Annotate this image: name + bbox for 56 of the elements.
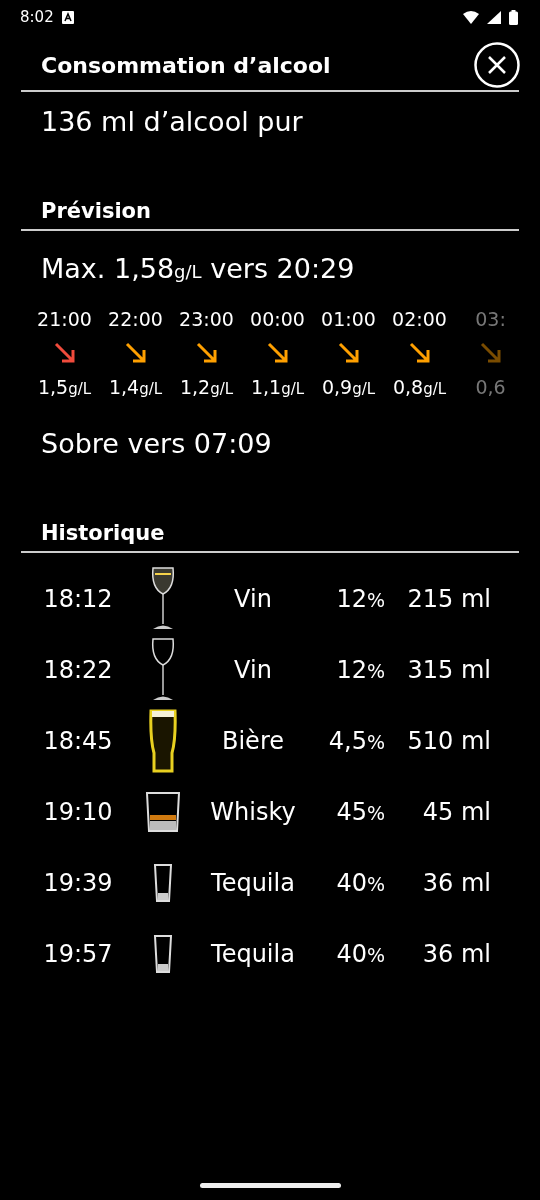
drink-volume: 36 ml [421,939,491,968]
drink-abv: 12% [335,655,385,684]
close-icon[interactable] [474,42,520,88]
forecast-value: 0,6 [475,376,506,398]
section-title: Historique [41,520,166,547]
forecast-time: 03: [475,308,506,330]
max-forecast: Max. 1,58g/L vers 20:29 [41,253,356,284]
drink-volume: 45 ml [421,797,491,826]
drink-time: 18:45 [42,726,114,755]
forecast-time: 02:00 [392,308,447,330]
battery-icon [509,9,518,25]
wine-glass-icon [150,565,176,632]
total-alcohol: 136 ml d’alcool pur [41,106,304,137]
drink-name: Vin [233,584,273,613]
drink-time: 19:57 [42,939,114,968]
drink-volume: 315 ml [406,655,491,684]
drink-time: 18:22 [42,655,114,684]
forecast-value: 0,8g/L [392,376,447,398]
section-title: Prévision [41,198,152,225]
drink-name: Bière [221,726,285,755]
screen-title: Consommation d’alcool [41,52,331,78]
whisky-glass-icon [145,790,181,833]
drink-volume: 36 ml [421,868,491,897]
shot-glass-icon [153,933,173,974]
wine-glass-icon [150,636,176,703]
drink-volume: 215 ml [406,584,491,613]
drink-abv: 12% [335,584,385,613]
status-time: 8:02 [20,8,54,26]
forecast-value: 1,2g/L [179,376,234,398]
sober-time: Sobre vers 07:09 [41,428,273,459]
forecast-value: 0,9g/L [321,376,376,398]
signal-icon [487,10,501,24]
forecast-value: 1,5g/L [37,376,92,398]
wifi-icon [463,10,479,24]
forecast-value: 1,1g/L [250,376,305,398]
forecast-time: 23:00 [179,308,234,330]
keyboard-notification-icon [61,10,74,24]
drink-name: Tequila [210,939,296,968]
forecast-time: 01:00 [321,308,376,330]
shot-glass-icon [153,862,173,903]
beer-glass-icon [148,708,178,773]
forecast-time: 00:00 [250,308,305,330]
drink-abv: 40% [335,939,385,968]
drink-abv: 4,5% [327,726,385,755]
drink-name: Whisky [209,797,297,826]
forecast-value: 1,4g/L [108,376,163,398]
drink-abv: 45% [335,797,385,826]
drink-volume: 510 ml [406,726,491,755]
drink-time: 18:12 [42,584,114,613]
drink-name: Vin [233,655,273,684]
drink-time: 19:39 [42,868,114,897]
drink-abv: 40% [335,868,385,897]
drink-name: Tequila [210,868,296,897]
forecast-time: 21:00 [37,308,92,330]
drink-time: 19:10 [42,797,114,826]
forecast-time: 22:00 [108,308,163,330]
